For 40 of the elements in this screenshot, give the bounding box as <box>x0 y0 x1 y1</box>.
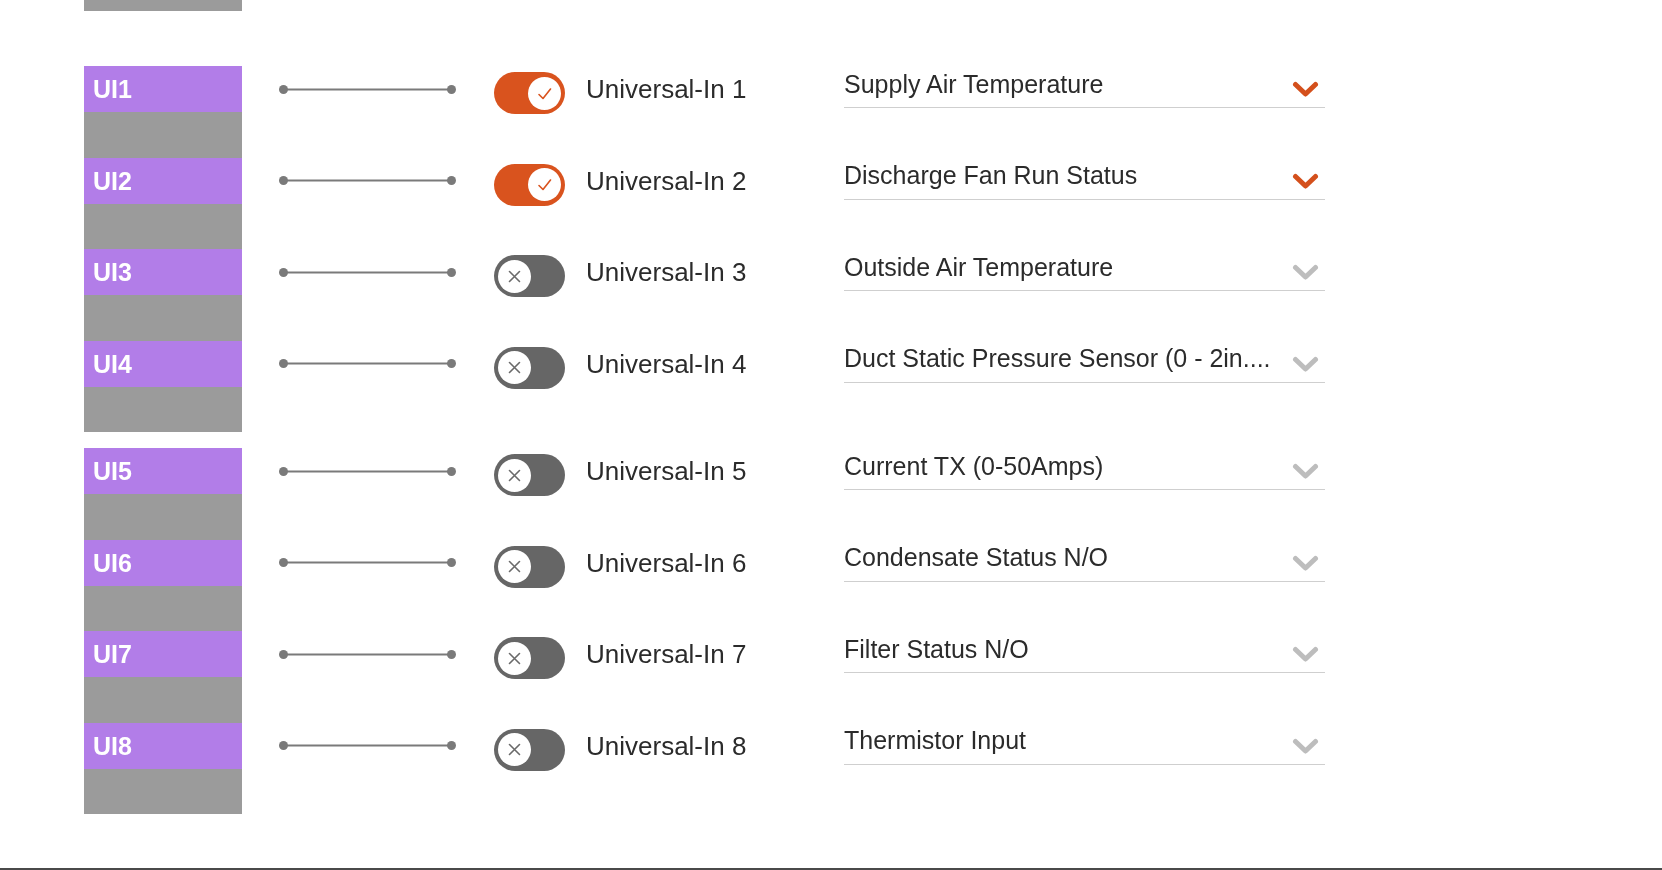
point-type-dropdown[interactable]: Thermistor Input <box>844 722 1325 765</box>
input-name: Universal-In 5 <box>586 455 748 488</box>
toggle-switch[interactable] <box>494 454 565 496</box>
input-name: Universal-In 7 <box>586 638 748 671</box>
input-name: Universal-In 1 <box>586 73 748 106</box>
terminal-label: UI7 <box>84 631 242 677</box>
toggle-switch[interactable] <box>494 728 565 771</box>
terminal-label: UI1 <box>84 66 242 112</box>
terminal-label: UI6 <box>84 539 242 586</box>
x-icon <box>498 733 531 766</box>
input-name: Universal-In 6 <box>586 546 748 580</box>
x-icon <box>498 351 531 384</box>
input-name: Universal-In 2 <box>586 164 748 198</box>
input-name: Universal-In 3 <box>586 256 748 289</box>
check-icon <box>528 168 561 201</box>
x-icon <box>498 259 531 293</box>
point-type-dropdown[interactable]: Current TX (0-50Amps) <box>844 448 1325 490</box>
x-icon <box>498 641 531 675</box>
toggle-switch[interactable] <box>494 545 565 588</box>
toggle-switch[interactable] <box>494 637 565 679</box>
point-type-dropdown[interactable]: Filter Status N/O <box>844 631 1325 673</box>
toggle-switch[interactable] <box>494 163 565 206</box>
terminal-label: UI2 <box>84 157 242 204</box>
x-icon <box>498 550 531 583</box>
terminal-label: UI4 <box>84 340 242 387</box>
x-icon <box>498 458 531 492</box>
point-type-dropdown[interactable]: Condensate Status N/O <box>844 539 1325 582</box>
point-type-dropdown[interactable]: Supply Air Temperature <box>844 66 1325 108</box>
toggle-switch[interactable] <box>494 346 565 389</box>
input-name: Universal-In 8 <box>586 729 748 763</box>
point-type-dropdown[interactable]: Duct Static Pressure Sensor (0 - 2in.... <box>844 340 1325 383</box>
toggle-switch[interactable] <box>494 255 565 297</box>
toggle-switch[interactable] <box>494 72 565 114</box>
terminal-label: UI3 <box>84 249 242 295</box>
point-type-dropdown[interactable]: Outside Air Temperature <box>844 249 1325 291</box>
point-type-dropdown[interactable]: Discharge Fan Run Status <box>844 157 1325 200</box>
input-name: Universal-In 4 <box>586 347 748 381</box>
terminal-label: UI8 <box>84 722 242 769</box>
check-icon <box>528 76 561 110</box>
terminal-label: UI5 <box>84 448 242 494</box>
